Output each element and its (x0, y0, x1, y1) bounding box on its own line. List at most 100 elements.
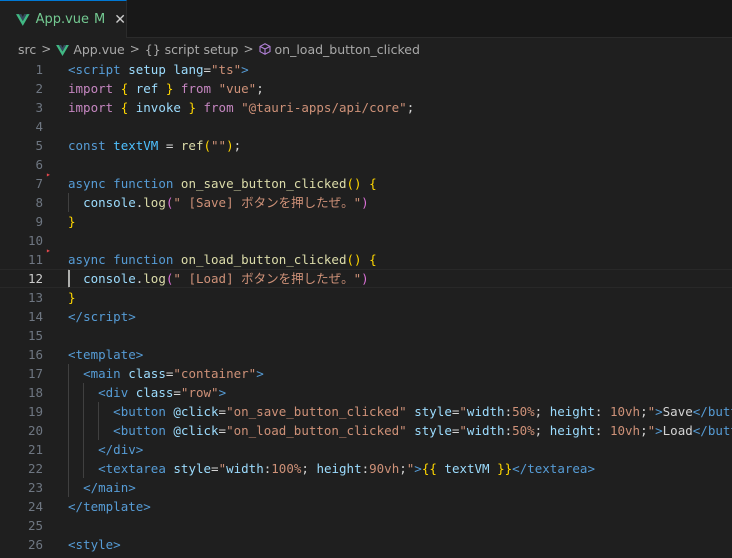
code-line[interactable]: 10 (0, 231, 732, 250)
code-token: setup (128, 62, 166, 77)
code-token: </ (98, 442, 114, 457)
code-token: textarea (527, 461, 588, 476)
code-token: template (83, 499, 144, 514)
code-token: ) (226, 138, 234, 153)
code-line[interactable]: 9} (0, 212, 732, 231)
code-line[interactable]: 5 const textVM = ref(""); (0, 136, 732, 155)
code-token: script (83, 309, 129, 324)
code-content: </script> (68, 307, 136, 326)
breadcrumb-app-vue[interactable]: App.vue (56, 41, 125, 57)
code-token: width (226, 461, 264, 476)
code-token: () (346, 252, 362, 267)
line-number: 20 (27, 423, 43, 438)
code-line[interactable]: 19 <button @click="on_save_button_clicke… (0, 402, 732, 421)
code-token: {{ (421, 461, 437, 476)
code-line[interactable]: 18 <div class="row"> (0, 383, 732, 402)
code-token: > (135, 442, 144, 457)
code-token: lang (173, 62, 204, 77)
code-token: Save (662, 404, 693, 419)
modified-indicator: M (94, 12, 106, 27)
code-token: function (113, 176, 174, 191)
code-line[interactable]: 20 <button @click="on_load_button_clicke… (0, 421, 732, 440)
code-token: class (128, 366, 166, 381)
chevron-right-icon: > (41, 42, 52, 56)
code-token: </ (692, 423, 708, 438)
code-token: const (68, 138, 106, 153)
code-token: > (218, 385, 227, 400)
code-token: 10vh (609, 404, 641, 419)
code-content: <template> (68, 345, 143, 364)
line-number: 6 (35, 157, 43, 172)
code-content: <button @click="on_load_button_clicked" … (68, 421, 732, 440)
code-token: button (120, 404, 166, 419)
code-token: > (256, 366, 264, 381)
code-line[interactable]: 12 console.log(" [Load] ボタンを押したぜ。") (0, 269, 732, 288)
breadcrumb-app-vue-label: App.vue (73, 41, 125, 57)
code-token: > (414, 461, 422, 476)
code-line[interactable]: 26 <style> (0, 535, 732, 554)
code-token: "on_load_button_clicked" (226, 423, 407, 438)
code-line[interactable]: 15 (0, 326, 732, 345)
code-token: textVM (113, 138, 159, 153)
code-token: button (707, 423, 732, 438)
code-token: Load (662, 423, 693, 438)
code-token: : (594, 404, 610, 419)
code-line[interactable]: 22 <textarea style="width:100%; height:9… (0, 459, 732, 478)
code-line[interactable]: 11 async function on_load_button_clicked(… (0, 246, 732, 269)
code-content: <main class="container"> (68, 364, 264, 383)
breadcrumb-function[interactable]: on_load_button_clicked (258, 42, 420, 57)
code-token: on_load_button_clicked (180, 252, 347, 267)
code-token: </ (68, 499, 84, 514)
code-token: < (113, 404, 121, 419)
breadcrumb-src[interactable]: src (18, 42, 36, 57)
line-number: 19 (27, 404, 43, 419)
code-line[interactable]: 13} (0, 288, 732, 307)
code-token: "" (211, 138, 227, 153)
code-line[interactable]: 7 async function on_save_button_clicked()… (0, 170, 732, 193)
tab-app-vue[interactable]: App.vue M ✕ (0, 0, 127, 38)
code-content: import { invoke } from "@tauri-apps/api/… (68, 98, 414, 117)
fold-arrow-icon[interactable]: ▸ (46, 165, 51, 184)
code-content: <button @click="on_save_button_clicked" … (68, 402, 732, 421)
code-editor[interactable]: 1 <script setup lang="ts"> 2 import { ref }… (0, 60, 732, 558)
code-token: ; (640, 404, 648, 419)
code-token: style (75, 537, 114, 552)
code-line[interactable]: 6 (0, 155, 732, 174)
code-content: import { ref } from "vue"; (68, 79, 264, 98)
code-token: ref (135, 81, 159, 96)
code-token: ref (180, 138, 204, 153)
code-token: = (218, 404, 227, 419)
code-token: : (594, 423, 610, 438)
code-line[interactable]: 17 <main class="container"> (0, 364, 732, 383)
code-content: const textVM = ref(""); (68, 136, 241, 155)
fold-arrow-icon[interactable]: ▸ (46, 241, 51, 260)
code-token: script (75, 62, 121, 77)
code-line[interactable]: 1 <script setup lang="ts"> (0, 60, 732, 79)
code-line[interactable]: 23 </main> (0, 478, 732, 497)
line-number: 12 (27, 271, 43, 286)
code-line[interactable]: 8 console.log(" [Save] ボタンを押したぜ。") (0, 193, 732, 212)
code-line[interactable]: 21 </div> (0, 440, 732, 459)
code-token: > (143, 499, 151, 514)
code-line[interactable]: 16 <template> (0, 345, 732, 364)
code-line[interactable]: 3 import { invoke } from "@tauri-apps/api… (0, 98, 732, 117)
close-icon[interactable]: ✕ (114, 12, 126, 28)
code-line[interactable]: 24 </template> (0, 497, 732, 516)
code-line[interactable]: 25 (0, 516, 732, 535)
code-token: < (83, 366, 91, 381)
code-token: > (128, 309, 136, 324)
breadcrumb-script-setup[interactable]: {} script setup (145, 42, 239, 57)
line-number: 10 (27, 233, 43, 248)
code-line[interactable]: 2 import { ref } from "vue"; (0, 79, 732, 98)
code-line[interactable]: 4 (0, 117, 732, 136)
line-number: 15 (27, 328, 43, 343)
code-token: log (143, 195, 166, 210)
code-line[interactable]: 14 </script> (0, 307, 732, 326)
code-token: () (346, 176, 362, 191)
code-token: height (549, 404, 595, 419)
line-number: 5 (35, 138, 43, 153)
